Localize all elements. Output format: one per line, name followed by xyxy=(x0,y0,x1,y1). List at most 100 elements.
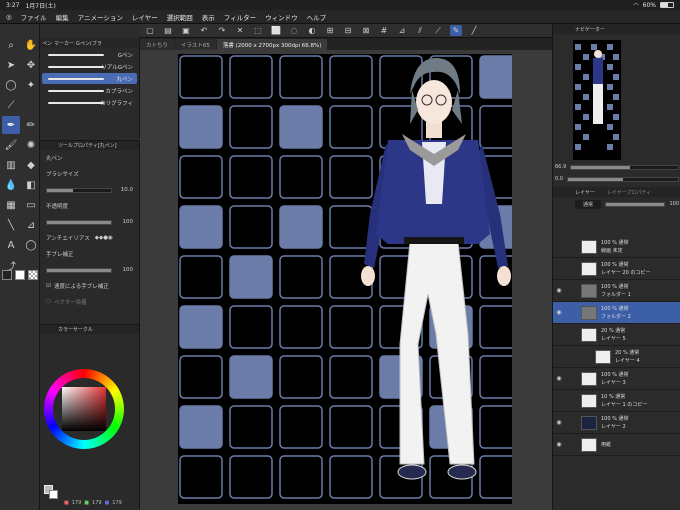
tab-layer[interactable]: レイヤー xyxy=(575,189,595,196)
blend-mode-select[interactable]: 通常 xyxy=(575,199,602,209)
eraser-icon[interactable]: ◆ xyxy=(22,156,40,174)
tab-doc-active[interactable]: 落書 (2000 x 2700px 300dpi 66.8%) xyxy=(216,39,328,50)
brush-item[interactable]: リアルGペン xyxy=(42,61,137,72)
fill-icon[interactable]: ◧ xyxy=(22,176,40,194)
artwork-canvas[interactable] xyxy=(178,54,512,504)
layer-meta: 10 % 通常 xyxy=(601,394,626,400)
layer-folder-selected[interactable]: ◉ 100 % 通常 フォルダー 2 xyxy=(553,302,680,324)
select-all-icon[interactable]: ⬜ xyxy=(270,25,282,36)
tab-doc-2[interactable]: イラスト65 xyxy=(175,39,216,50)
layer-item[interactable]: 100 % 通常レイヤー 20 のコピー xyxy=(553,258,680,280)
rotation-slider[interactable] xyxy=(566,176,679,182)
operation-icon[interactable]: ➤ xyxy=(2,56,20,74)
eye-icon[interactable]: ◉ xyxy=(553,287,565,294)
new-icon[interactable]: ▢ xyxy=(144,25,156,36)
zoom-icon[interactable]: ⌕ xyxy=(2,36,20,54)
pencil-icon[interactable]: ✏ xyxy=(22,116,40,134)
deco-icon[interactable]: ▥ xyxy=(2,156,20,174)
main-color-swatch[interactable] xyxy=(2,270,12,280)
menu-window[interactable]: ウィンドウ xyxy=(265,12,298,22)
brush-item[interactable]: カリグラフィ xyxy=(42,97,137,108)
deselect-icon[interactable]: ◌ xyxy=(288,25,300,36)
tab-layer-property[interactable]: レイヤープロパティ xyxy=(607,189,651,196)
tab-doc-1[interactable]: カトちり xyxy=(140,39,175,50)
snap-ruler-icon[interactable]: ⊟ xyxy=(342,25,354,36)
menu-help[interactable]: ヘルプ xyxy=(307,12,327,22)
figure-icon[interactable]: ▭ xyxy=(22,196,40,214)
zoom-slider[interactable] xyxy=(570,164,679,170)
antialias-options[interactable]: ◆◆●◉ xyxy=(95,235,113,241)
transform-icon[interactable]: ⬚ xyxy=(252,25,264,36)
lasso-icon[interactable]: ◯ xyxy=(2,76,20,94)
brush-size-slider[interactable] xyxy=(46,187,112,193)
layer-item[interactable]: ◉ 100 % 通常 レイヤー 2 xyxy=(553,412,680,434)
color-swatch-pair[interactable] xyxy=(44,485,58,499)
selection-show-icon[interactable]: ⊞ xyxy=(324,25,336,36)
eyedropper-icon[interactable]: ⟋ xyxy=(2,96,20,114)
menu-file[interactable]: ファイル xyxy=(21,12,47,22)
brush-icon[interactable]: 🖌 xyxy=(2,136,20,154)
subtool-tab-pen[interactable]: ペン xyxy=(42,40,52,47)
eye-icon[interactable]: ◉ xyxy=(553,375,565,382)
perspective-icon[interactable]: ⟋ xyxy=(432,25,444,36)
layer-paper[interactable]: ◉ 用紙 xyxy=(553,434,680,456)
text-icon[interactable]: A xyxy=(2,236,20,254)
brush-item[interactable]: Gペン xyxy=(42,49,137,60)
airbrush-icon[interactable]: ✺ xyxy=(22,136,40,154)
pen-icon[interactable]: ✒ xyxy=(2,116,20,134)
layer-opacity-slider[interactable] xyxy=(605,201,666,207)
layer-item[interactable]: 20 % 通常 レイヤー 4 xyxy=(553,346,680,368)
app-logo-icon[interactable]: ◎ xyxy=(6,13,12,21)
eye-icon[interactable]: ◉ xyxy=(553,309,565,316)
undo-icon[interactable]: ↶ xyxy=(198,25,210,36)
balloon-icon[interactable]: ◯ xyxy=(22,236,40,254)
layer-item[interactable]: 20 % 通常 レイヤー 5 xyxy=(553,324,680,346)
menu-selection[interactable]: 選択範囲 xyxy=(167,12,193,22)
blend-icon[interactable]: 💧 xyxy=(2,176,20,194)
pen-mode-icon[interactable]: ✎ xyxy=(450,25,462,36)
brush-label: 丸ペン xyxy=(116,76,133,83)
layer-meta: 100 % 通常 xyxy=(601,262,629,268)
subtool-tab-gpen[interactable]: Gペン(ブラ xyxy=(76,40,102,47)
layer-item[interactable]: 10 % 通常 レイヤー 1 のコピー xyxy=(553,390,680,412)
speed-stab-checkbox[interactable]: ☑ xyxy=(46,283,51,289)
redo-icon[interactable]: ↷ xyxy=(216,25,228,36)
layer-folder[interactable]: ◉ 100 % 通常 フォルダー 1 xyxy=(553,280,680,302)
gradient-icon[interactable]: ▦ xyxy=(2,196,20,214)
vector-snap-checkbox[interactable]: ☐ xyxy=(46,299,51,305)
menu-edit[interactable]: 編集 xyxy=(56,12,69,22)
opacity-slider[interactable] xyxy=(46,219,112,225)
brush-item[interactable]: カブラペン xyxy=(42,85,137,96)
ruler-icon[interactable]: ⊿ xyxy=(396,25,408,36)
open-icon[interactable]: ▤ xyxy=(162,25,174,36)
menu-view[interactable]: 表示 xyxy=(202,12,215,22)
move-icon[interactable]: ✥ xyxy=(22,56,40,74)
transparent-swatch[interactable] xyxy=(28,270,38,280)
layer-name: レイヤー 20 のコピー xyxy=(601,270,651,276)
line-mode-icon[interactable]: ╱ xyxy=(468,25,480,36)
menu-layer[interactable]: レイヤー xyxy=(132,12,158,22)
snap-special-icon[interactable]: ⊠ xyxy=(360,25,372,36)
subtool-tab-marker[interactable]: マーカー xyxy=(54,40,74,47)
eye-icon[interactable]: ◉ xyxy=(553,441,565,448)
background-tile xyxy=(329,455,373,499)
brush-item-selected[interactable]: 丸ペン xyxy=(42,73,137,84)
layer-item[interactable]: 100 % 通常 線画 未定 xyxy=(553,236,680,258)
invert-icon[interactable]: ◐ xyxy=(306,25,318,36)
menu-filter[interactable]: フィルター xyxy=(224,12,256,22)
menu-animation[interactable]: アニメーション xyxy=(78,12,123,22)
stabilization-slider[interactable] xyxy=(46,267,112,273)
frame-icon[interactable]: ╲ xyxy=(2,216,20,234)
layer-item[interactable]: ◉ 100 % 通常 レイヤー 3 xyxy=(553,368,680,390)
saturation-value-square[interactable] xyxy=(62,387,106,431)
sub-color-swatch[interactable] xyxy=(15,270,25,280)
magic-wand-icon[interactable]: ✦ xyxy=(22,76,40,94)
navigator-preview[interactable] xyxy=(573,40,621,160)
eye-icon[interactable]: ◉ xyxy=(553,419,565,426)
symmetry-icon[interactable]: ⫽ xyxy=(414,25,426,36)
save-icon[interactable]: ▣ xyxy=(180,25,192,36)
clear-icon[interactable]: ✕ xyxy=(234,25,246,36)
ruler-tool-icon[interactable]: ⊿ xyxy=(22,216,40,234)
hand-icon[interactable]: ✋ xyxy=(22,36,40,54)
snap-grid-icon[interactable]: # xyxy=(378,25,390,36)
